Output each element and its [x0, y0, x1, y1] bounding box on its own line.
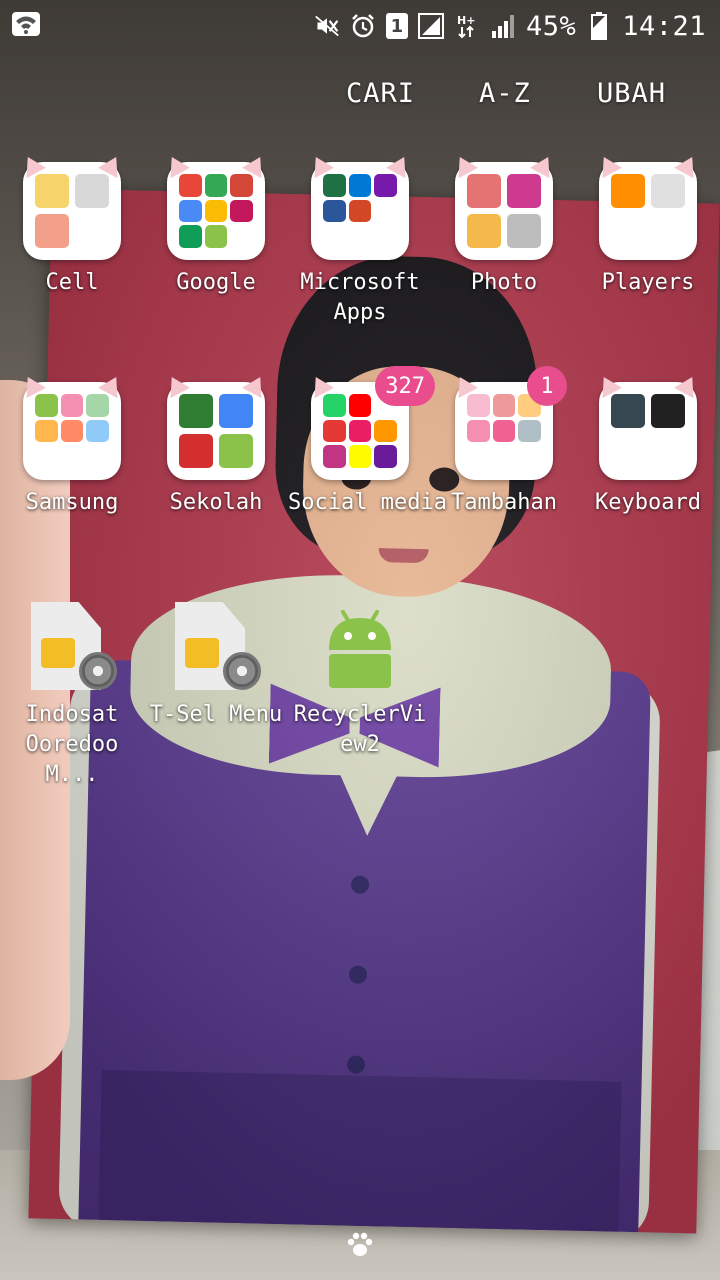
folder-microsoft-apps[interactable]: Microsoft Apps [288, 151, 432, 328]
paw-page-indicator-icon[interactable] [345, 1232, 375, 1258]
sim-1-icon: 1 [385, 13, 408, 39]
edit-button[interactable]: UBAH [597, 78, 666, 109]
folder-keyboard[interactable]: Keyboard [576, 371, 720, 518]
app-tsel-menu[interactable]: T-Sel Menu [144, 602, 288, 730]
folder-label: Keyboard [595, 490, 701, 515]
folder-label: Cell [45, 270, 99, 295]
mute-icon [314, 13, 340, 39]
app-label: T-Sel Menu [149, 702, 283, 727]
folder-icon [162, 151, 270, 260]
folder-cell[interactable]: Cell [0, 151, 144, 298]
folder-icon [594, 371, 702, 480]
folder-label: Sekolah [169, 490, 263, 515]
folder-label: Players [601, 270, 695, 295]
notification-badge: 327 [375, 366, 435, 406]
app-indosat-ooredoo[interactable]: Indosat Ooredoo M... [0, 602, 144, 790]
folder-icon [18, 151, 126, 260]
sort-az-button[interactable]: A-Z [479, 78, 531, 109]
folder-label: Tambahan [451, 490, 557, 515]
wifi-icon [12, 12, 40, 36]
app-label: RecyclerView2 [293, 702, 427, 757]
signal-2-icon [490, 13, 516, 39]
folder-label: Social media [288, 490, 447, 515]
folder-icon [594, 151, 702, 260]
folder-label: Samsung [25, 490, 119, 515]
folder-label: Photo [470, 270, 538, 295]
folder-samsung[interactable]: Samsung [0, 371, 144, 518]
folder-social-media[interactable]: 327 Social media [288, 366, 447, 518]
clock: 14:21 [622, 10, 706, 42]
alarm-icon [350, 13, 376, 39]
android-robot-icon [315, 602, 405, 692]
app-recyclerview2[interactable]: RecyclerView2 [288, 602, 432, 760]
folder-icon [18, 371, 126, 480]
sim-toolkit-icon [171, 602, 261, 692]
battery-icon [586, 12, 612, 40]
folder-google[interactable]: Google [144, 151, 288, 298]
folder-sekolah[interactable]: Sekolah [144, 371, 288, 518]
battery-percent: 45% [525, 10, 577, 42]
folder-icon: 327 [306, 366, 435, 480]
folder-tambahan[interactable]: 1 Tambahan [432, 366, 576, 518]
folder-icon: 1 [450, 366, 567, 480]
status-bar: 1 H+ 45% 14:21 [0, 0, 720, 50]
sim-toolkit-icon [27, 602, 117, 692]
app-label: Indosat Ooredoo M... [25, 702, 119, 787]
app-drawer-menu: CARI A-Z UBAH [0, 78, 720, 118]
notification-badge: 1 [527, 366, 567, 406]
folder-icon [450, 151, 558, 260]
folder-icon [162, 371, 270, 480]
search-button[interactable]: CARI [346, 78, 415, 109]
svg-text:H+: H+ [457, 14, 475, 27]
folder-photo[interactable]: Photo [432, 151, 576, 298]
hplus-data-icon: H+ [454, 13, 480, 39]
folder-icon [306, 151, 414, 260]
folder-label: Google [176, 270, 256, 295]
folder-label: Microsoft Apps [300, 270, 420, 325]
signal-1-icon [417, 13, 444, 39]
folder-players[interactable]: Players [576, 151, 720, 298]
